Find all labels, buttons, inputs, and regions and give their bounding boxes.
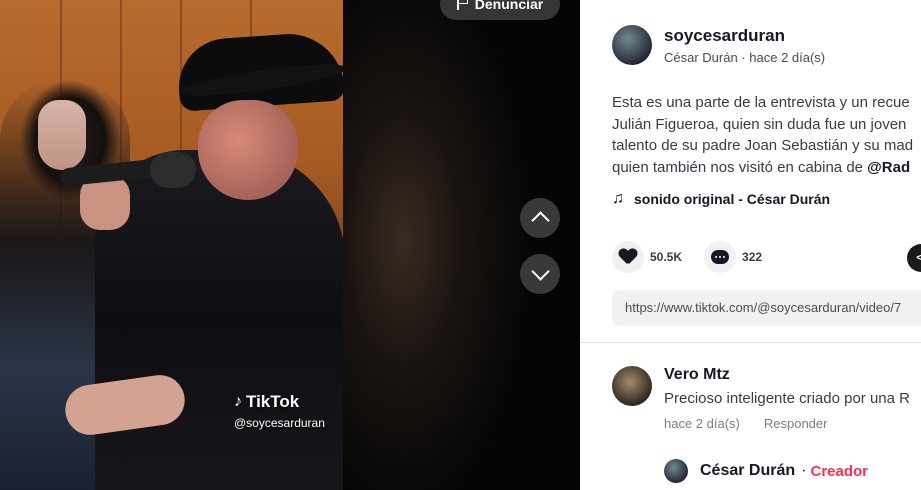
comment-item: Vero Mtz Precioso inteligente criado por… (612, 366, 910, 431)
reply-author-name[interactable]: César Durán (700, 462, 795, 480)
report-button[interactable]: Denunciar (440, 0, 560, 20)
woman-face (38, 100, 86, 170)
man-face (198, 100, 298, 200)
author-nickname: César Durán (664, 49, 738, 65)
comment-time: hace 2 día(s) (664, 416, 740, 431)
like-count: 50.5K (650, 250, 683, 264)
mention-link[interactable]: @Rad (867, 159, 910, 176)
description-line: quien también nos visitó en cabina de @R… (612, 158, 911, 176)
author-subline: César Durán · hace 2 día(s) (664, 50, 825, 65)
heart-icon (619, 248, 637, 266)
commenter-avatar[interactable] (612, 366, 652, 406)
reply-button[interactable]: Responder (764, 416, 828, 431)
comment-button[interactable] (704, 241, 737, 273)
music-note-icon: ♫ (612, 190, 624, 207)
author-username[interactable]: soycesarduran (664, 26, 825, 46)
author-info: soycesarduran César Durán · hace 2 día(s… (612, 25, 825, 65)
author-avatar[interactable] (612, 25, 652, 65)
tiktok-watermark: ♪ TikTok @soycesarduran (234, 392, 325, 430)
video-link-text: https://www.tiktok.com/@soycesarduran/vi… (625, 300, 902, 315)
comment-bubble-icon (711, 250, 730, 264)
music-title: sonido original - César Durán (634, 191, 831, 207)
embed-button[interactable]: </ (907, 244, 921, 272)
man-figure (95, 150, 343, 490)
tiktok-logo-icon: ♪ (234, 393, 242, 410)
previous-video-button[interactable] (520, 198, 560, 238)
microphone-head (150, 152, 196, 188)
comment-count: 322 (742, 250, 763, 264)
description-line: Julián Figueroa, quien sin duda fue un j… (612, 115, 907, 133)
chevron-down-icon (530, 262, 550, 281)
flag-icon (456, 0, 469, 10)
like-button[interactable] (612, 241, 644, 273)
video-frame[interactable]: ♪ TikTok @soycesarduran (0, 0, 343, 490)
video-player[interactable]: ♪ TikTok @soycesarduran Denunciar (0, 0, 580, 490)
report-label: Denunciar (474, 0, 544, 12)
comment-meta: hace 2 día(s) Responder (664, 416, 910, 431)
video-info-panel: soycesarduran César Durán · hace 2 día(s… (580, 0, 921, 490)
copy-link-field[interactable]: https://www.tiktok.com/@soycesarduran/vi… (612, 290, 921, 326)
reply-avatar[interactable] (664, 459, 688, 483)
reply-separator: · (801, 462, 807, 479)
watermark-brand: TikTok (246, 392, 300, 411)
separator-dot: · (737, 49, 750, 65)
chevron-up-icon (530, 211, 550, 230)
reply-item: César Durán · Creador (664, 459, 868, 483)
watermark-logo: ♪ TikTok (234, 392, 325, 412)
music-link[interactable]: ♫ sonido original - César Durán (612, 190, 830, 208)
next-video-button[interactable] (520, 254, 560, 294)
divider (580, 342, 921, 343)
description-line: talento de su padre Joan Sebastián y su … (612, 137, 914, 154)
commenter-name[interactable]: Vero Mtz (664, 366, 910, 384)
video-description: Esta es una parte de la entrevista y un … (612, 92, 921, 178)
post-time: hace 2 día(s) (749, 49, 826, 65)
video-blur-background (343, 0, 580, 490)
description-line: Esta es una parte de la entrevista y un … (612, 94, 910, 111)
comment-text: Precioso inteligente criado por una R (664, 390, 910, 407)
embed-code-icon: </ (916, 252, 921, 264)
action-bar: 50.5K 322 (612, 241, 762, 273)
watermark-handle: @soycesarduran (234, 416, 325, 430)
creator-badge: Creador (810, 462, 869, 480)
